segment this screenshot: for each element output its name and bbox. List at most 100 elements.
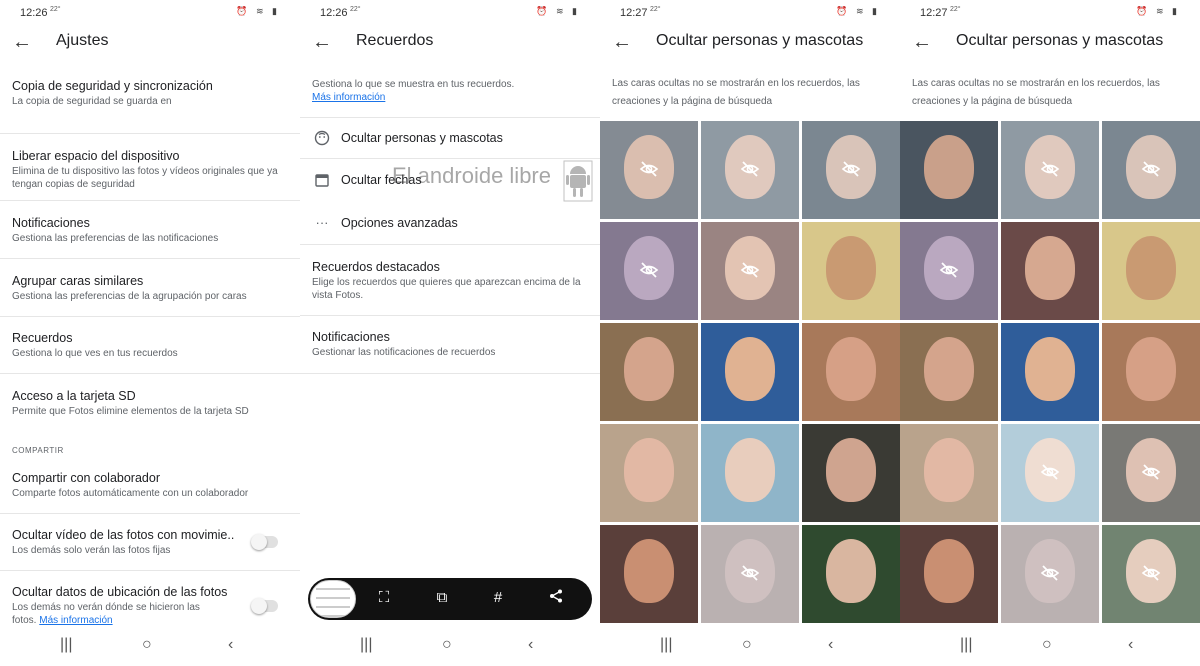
status-bar: 12:26 22° ⏰ ≋ ▮ (0, 0, 300, 26)
crop-edit-icon[interactable]: ⧉ (432, 589, 452, 606)
item-subtitle: Gestiona las preferencias de la agrupaci… (12, 291, 247, 302)
nav-back-icon[interactable]: ‹ (528, 636, 533, 654)
face-thumbnail[interactable] (1102, 525, 1200, 623)
face-thumbnail[interactable] (1102, 121, 1200, 219)
face-thumbnail[interactable] (900, 121, 998, 219)
hide-people-description: Las caras ocultas no se mostrarán en los… (612, 78, 860, 107)
recent-apps-icon[interactable]: ||| (360, 636, 372, 654)
settings-item-partner-sharing[interactable]: Compartir con colaborador Comparte fotos… (0, 458, 300, 514)
hashtag-icon[interactable]: # (488, 589, 508, 606)
face-thumbnail[interactable] (1001, 323, 1099, 421)
face-thumbnail[interactable] (701, 222, 799, 320)
recent-apps-icon[interactable]: ||| (960, 636, 972, 654)
face-thumbnail[interactable] (1001, 121, 1099, 219)
face-thumbnail[interactable] (1102, 323, 1200, 421)
item-subtitle: Permite que Fotos elimine elementos de l… (12, 406, 249, 417)
memories-notifications[interactable]: Notificaciones Gestionar las notificacio… (300, 316, 600, 374)
home-icon[interactable]: ○ (1042, 636, 1052, 654)
back-arrow-icon[interactable]: ← (12, 30, 34, 54)
face-thumbnail[interactable] (802, 424, 900, 522)
face-thumbnail[interactable] (600, 424, 698, 522)
recent-apps-icon[interactable]: ||| (660, 636, 672, 654)
settings-item-face-grouping[interactable]: Agrupar caras similares Gestiona las pre… (0, 259, 300, 317)
face-thumbnail[interactable] (802, 525, 900, 623)
app-bar: ← Ocultar personas y mascotas (600, 26, 900, 60)
screenshot-thumbnail[interactable] (310, 580, 356, 618)
face-image (826, 539, 876, 603)
face-image (924, 539, 974, 603)
settings-item-hide-motion[interactable]: Ocultar vídeo de las fotos con movimie..… (0, 514, 300, 571)
more-info-link[interactable]: Más información (39, 615, 112, 626)
face-thumbnail[interactable] (900, 424, 998, 522)
system-nav-bar: ||| ○ ‹ (900, 630, 1200, 666)
hide-motion-toggle[interactable] (251, 534, 278, 550)
settings-item-hide-location[interactable]: Ocultar datos de ubicación de las fotos … (0, 571, 300, 631)
face-thumbnail[interactable] (802, 323, 900, 421)
back-arrow-icon[interactable]: ← (912, 30, 934, 54)
hide-people-description: Las caras ocultas no se mostrarán en los… (912, 78, 1160, 107)
settings-item-memories[interactable]: Recuerdos Gestiona lo que ves en tus rec… (0, 317, 300, 374)
face-thumbnail[interactable] (1102, 424, 1200, 522)
nav-back-icon[interactable]: ‹ (228, 636, 233, 654)
eye-off-icon (740, 159, 760, 179)
face-thumbnail[interactable] (1102, 222, 1200, 320)
back-arrow-icon[interactable]: ← (612, 30, 634, 54)
menu-advanced-options[interactable]: ··· Opciones avanzadas (300, 202, 600, 245)
face-thumbnail[interactable] (900, 222, 998, 320)
face-thumbnail[interactable] (900, 525, 998, 623)
screenshot-scan-icon[interactable]: ⛶ (374, 589, 394, 606)
system-nav-bar: ||| ○ ‹ (600, 630, 900, 666)
share-icon[interactable] (546, 589, 566, 607)
face-thumbnail[interactable] (802, 222, 900, 320)
nav-back-icon[interactable]: ‹ (828, 636, 833, 654)
eye-off-icon (639, 260, 659, 280)
app-bar: ← Ocultar personas y mascotas (900, 26, 1200, 60)
eye-off-icon (1040, 462, 1060, 482)
face-thumbnail[interactable] (600, 323, 698, 421)
app-bar: ← Ajustes (0, 26, 300, 60)
face-thumbnail[interactable] (1001, 222, 1099, 320)
more-info-link[interactable]: Más información (312, 91, 514, 104)
nav-back-icon[interactable]: ‹ (1128, 636, 1133, 654)
status-time: 12:27 (620, 7, 648, 19)
eye-off-icon (639, 159, 659, 179)
eye-off-icon (740, 260, 760, 280)
menu-hide-people[interactable]: Ocultar personas y mascotas (300, 117, 600, 159)
hide-location-toggle[interactable] (251, 598, 278, 614)
face-thumbnail[interactable] (1001, 525, 1099, 623)
back-arrow-icon[interactable]: ← (312, 30, 334, 54)
settings-item-free-space[interactable]: Liberar espacio del dispositivo Elimina … (0, 134, 300, 201)
home-icon[interactable]: ○ (442, 636, 452, 654)
hide-people-screen-after: 12:27 22° ⏰ ≋ ▮ ← Ocultar personas y mas… (900, 0, 1200, 666)
face-thumbnail[interactable] (701, 323, 799, 421)
eye-off-icon (939, 260, 959, 280)
item-subtitle: Comparte fotos automáticamente con un co… (12, 488, 249, 499)
face-thumbnail[interactable] (600, 121, 698, 219)
recent-apps-icon[interactable]: ||| (60, 636, 72, 654)
system-nav-bar: ||| ○ ‹ (300, 630, 600, 666)
face-thumbnail[interactable] (600, 525, 698, 623)
face-thumbnail[interactable] (701, 121, 799, 219)
face-image (624, 337, 674, 401)
face-image (924, 337, 974, 401)
item-title: Liberar espacio del dispositivo (12, 149, 180, 163)
more-horiz-icon: ··· (315, 215, 329, 230)
face-image (624, 438, 674, 502)
settings-item-notifications[interactable]: Notificaciones Gestiona las preferencias… (0, 201, 300, 259)
calendar-icon (314, 172, 330, 188)
memories-screen: 12:26 22° ⏰ ≋ ▮ ← Recuerdos Gestiona lo … (300, 0, 600, 666)
home-icon[interactable]: ○ (742, 636, 752, 654)
settings-item-sd-card[interactable]: Acceso a la tarjeta SD Permite que Fotos… (0, 374, 300, 432)
featured-memories[interactable]: Recuerdos destacados Elige los recuerdos… (300, 245, 600, 316)
face-image (1025, 236, 1075, 300)
settings-item-backup[interactable]: Copia de seguridad y sincronización La c… (0, 70, 300, 134)
face-thumbnail[interactable] (802, 121, 900, 219)
hide-people-screen-before: 12:27 22° ⏰ ≋ ▮ ← Ocultar personas y mas… (600, 0, 900, 666)
home-icon[interactable]: ○ (142, 636, 152, 654)
face-thumbnail[interactable] (701, 424, 799, 522)
face-thumbnail[interactable] (1001, 424, 1099, 522)
face-thumbnail[interactable] (600, 222, 698, 320)
face-thumbnail[interactable] (900, 323, 998, 421)
page-title: Ajustes (56, 32, 109, 49)
face-thumbnail[interactable] (701, 525, 799, 623)
